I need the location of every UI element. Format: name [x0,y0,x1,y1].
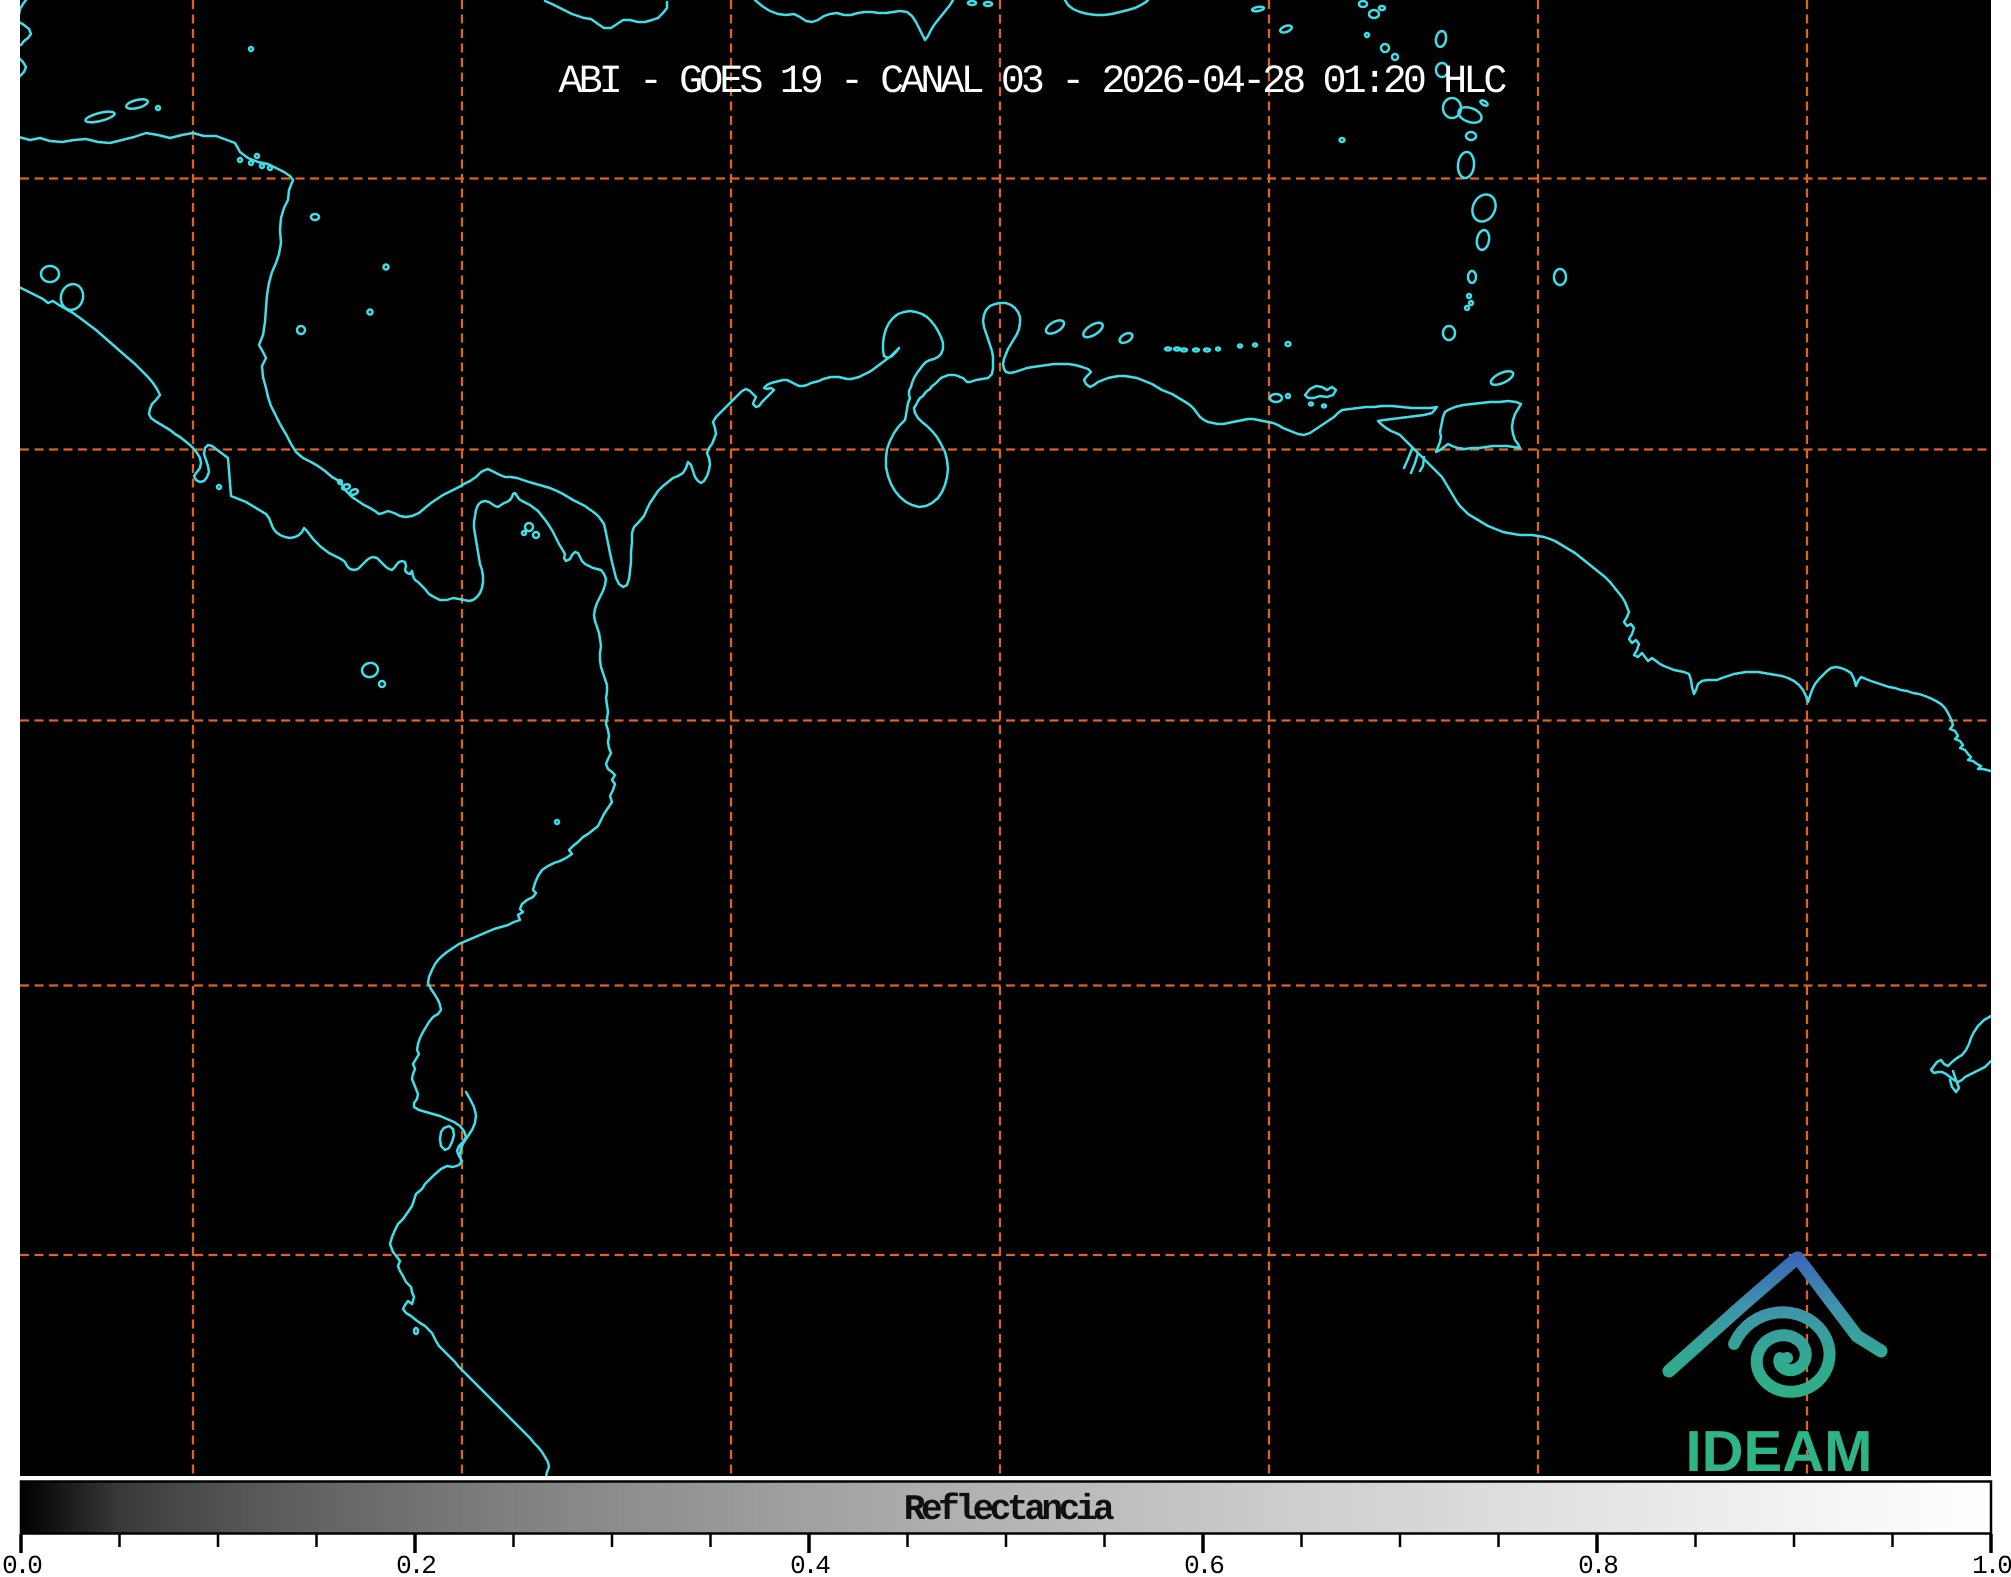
svg-text:ABI - GOES 19 - CANAL 03 - 202: ABI - GOES 19 - CANAL 03 - 2026-04-28 01… [559,60,1507,105]
svg-text:0.0: 0.0 [2,1551,41,1577]
svg-text:IDEAM: IDEAM [1686,1419,1873,1484]
svg-text:0.2: 0.2 [396,1551,435,1577]
svg-text:1.0: 1.0 [1972,1551,2011,1577]
svg-text:Reflectancia: Reflectancia [904,1489,1114,1530]
svg-text:0.4: 0.4 [790,1551,830,1577]
svg-text:0.6: 0.6 [1184,1551,1223,1577]
svg-text:0.8: 0.8 [1578,1551,1617,1577]
